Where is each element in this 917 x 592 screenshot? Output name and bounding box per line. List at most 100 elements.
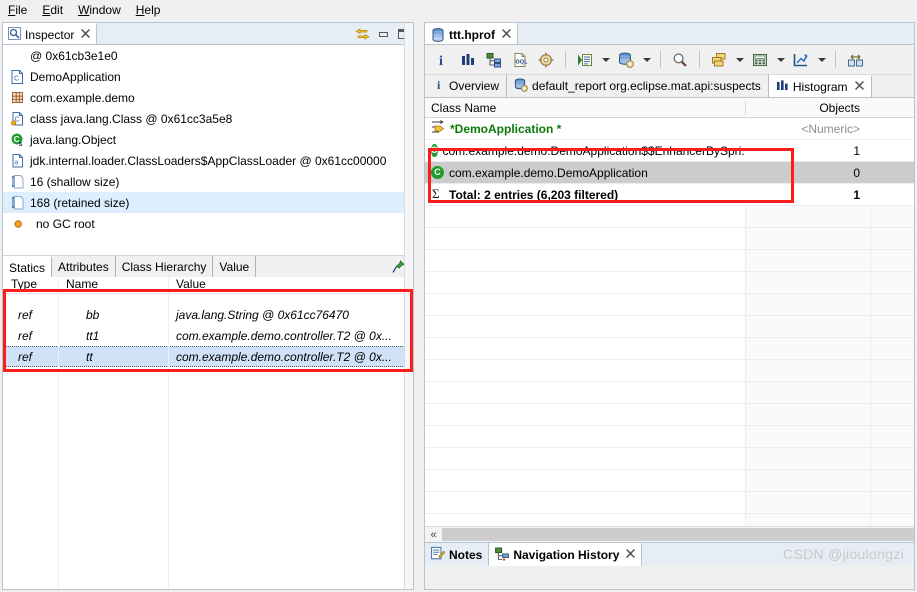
toolbar-separator <box>699 51 700 68</box>
tab-inspector-label: Inspector <box>25 27 75 42</box>
menu-edit[interactable]: Edit <box>42 2 72 18</box>
calculate-retained-size-icon[interactable] <box>749 49 771 71</box>
heap-dump-icon <box>431 27 445 42</box>
histogram-horizontal-scrollbar[interactable]: « <box>425 526 914 542</box>
close-icon[interactable] <box>501 28 511 41</box>
toolbar-separator <box>565 51 566 68</box>
compare-icon[interactable] <box>844 49 866 71</box>
inspector-panel: Inspector @ 0x61cb3e1e0 C DemoApplicatio… <box>2 22 414 590</box>
inspector-icon <box>8 26 21 43</box>
histogram-total-row: Σ Total: 2 entries (6,203 filtered) 1 <box>425 184 914 206</box>
column-header-value[interactable]: Value <box>168 277 413 293</box>
tab-default-report[interactable]: default_report org.eclipse.mat.api:suspe… <box>507 75 769 97</box>
table-row[interactable]: C com.example.demo.DemoApplication$$Enha… <box>425 140 914 162</box>
list-item[interactable]: 16 (shallow size) <box>3 171 413 192</box>
cell-name: bb <box>86 307 100 322</box>
table-row[interactable]: ref bb java.lang.String @ 0x61cc76470 <box>3 304 413 325</box>
overview-info-icon[interactable]: i <box>431 49 453 71</box>
close-icon[interactable] <box>626 549 636 561</box>
tab-value[interactable]: Value <box>213 256 257 277</box>
table-row[interactable]: ref tt1 com.example.demo.controller.T2 @… <box>3 325 413 346</box>
histogram-filter-row[interactable]: *DemoApplication * <Numeric> <box>425 118 914 140</box>
list-item[interactable]: C DemoApplication <box>3 66 413 87</box>
tab-histogram[interactable]: Histogram <box>768 75 872 97</box>
pin-icon[interactable] <box>391 260 405 277</box>
minimize-icon[interactable] <box>377 29 390 40</box>
menu-help[interactable]: Help <box>136 2 170 18</box>
tab-attributes[interactable]: Attributes <box>52 256 116 277</box>
histogram-filter-class-name[interactable]: *DemoApplication * <box>450 122 561 136</box>
inspector-detail-tabs: Statics Attributes Class Hierarchy Value <box>3 255 413 277</box>
close-icon[interactable] <box>854 80 864 93</box>
search-icon[interactable] <box>669 49 691 71</box>
histogram-filter-objects[interactable]: <Numeric> <box>745 122 870 136</box>
dominator-tree-icon[interactable] <box>483 49 505 71</box>
list-item-label: com.example.demo <box>30 90 135 105</box>
oql-icon[interactable]: OQL <box>509 49 531 71</box>
column-header-name[interactable]: Name <box>58 277 168 293</box>
export-chart-dropdown-icon[interactable] <box>816 49 827 71</box>
link-with-editor-icon[interactable] <box>355 27 370 41</box>
close-icon[interactable] <box>81 28 91 41</box>
menu-window[interactable]: Window <box>78 2 130 18</box>
export-chart-icon[interactable] <box>790 49 812 71</box>
histogram-empty-row <box>425 448 914 470</box>
superclass-icon: C s <box>11 133 25 148</box>
inspector-view-controls <box>355 23 410 45</box>
menu-file[interactable]: File <box>8 2 36 18</box>
tab-navigation-history[interactable]: Navigation History <box>489 543 643 566</box>
notes-icon <box>431 546 446 563</box>
histogram-empty-row <box>425 360 914 382</box>
class-file-icon: C <box>11 69 25 84</box>
column-header-class-name[interactable]: Class Name <box>425 101 745 115</box>
group-by-dropdown-icon[interactable] <box>734 49 745 71</box>
list-item-label: 168 (retained size) <box>30 195 130 210</box>
cell-objects: 1 <box>853 143 860 158</box>
scrollbar-thumb[interactable] <box>442 528 914 541</box>
inspector-vertical-scrollbar[interactable] <box>404 23 413 589</box>
table-row[interactable]: ref tt com.example.demo.controller.T2 @ … <box>3 346 413 367</box>
tab-class-hierarchy[interactable]: Class Hierarchy <box>115 256 214 277</box>
table-row[interactable]: C com.example.demo.DemoApplication 0 <box>425 162 914 184</box>
tab-inspector[interactable]: Inspector <box>3 23 98 44</box>
histogram-icon[interactable] <box>457 49 479 71</box>
gc-root-icon <box>14 217 28 231</box>
list-item[interactable]: C class java.lang.Class @ 0x61cc3a5e8 <box>3 108 413 129</box>
list-item[interactable]: com.example.demo <box>3 87 413 108</box>
list-item-label: no GC root <box>36 216 95 231</box>
histogram-empty-row <box>425 316 914 338</box>
tab-statics[interactable]: Statics <box>3 256 53 277</box>
list-item[interactable]: @ 0x61cb3e1e0 <box>3 45 413 66</box>
group-by-icon[interactable] <box>708 49 730 71</box>
run-report-dropdown-icon[interactable] <box>600 49 611 71</box>
tab-notes[interactable]: Notes <box>425 543 490 566</box>
list-item[interactable]: no GC root <box>3 213 413 234</box>
tab-overview[interactable]: i Overview <box>427 75 508 97</box>
column-header-objects[interactable]: Objects <box>745 100 870 115</box>
svg-text:ə: ə <box>14 159 18 166</box>
class-icon: C <box>431 166 444 179</box>
histogram-table-header: Class Name Objects <box>425 98 914 118</box>
query-browser-icon[interactable] <box>615 49 637 71</box>
svg-text:i: i <box>437 78 441 91</box>
list-item[interactable]: C s java.lang.Object <box>3 129 413 150</box>
run-report-icon[interactable] <box>574 49 596 71</box>
scroll-left-icon[interactable]: « <box>425 527 442 542</box>
heap-dump-editor: ttt.hprof i OQL i Overview default_repor… <box>424 22 915 590</box>
tab-statics-label: Statics <box>9 260 46 275</box>
classloader-icon: ə <box>11 153 25 168</box>
tab-ttt-hprof[interactable]: ttt.hprof <box>425 23 518 44</box>
class-icon: C <box>431 144 438 157</box>
list-item-label: @ 0x61cb3e1e0 <box>30 48 118 63</box>
query-browser-dropdown-icon[interactable] <box>641 49 652 71</box>
settings-gear-icon[interactable] <box>535 49 557 71</box>
calculate-retained-size-dropdown-icon[interactable] <box>775 49 786 71</box>
column-header-type[interactable]: Type <box>3 277 58 293</box>
list-item[interactable]: 168 (retained size) <box>3 192 413 213</box>
list-item[interactable]: ə jdk.internal.loader.ClassLoaders$AppCl… <box>3 150 413 171</box>
svg-text:C: C <box>14 75 19 82</box>
histogram-empty-row <box>425 206 914 228</box>
class-obj-icon: C <box>11 111 25 126</box>
retained-size-icon <box>11 195 25 210</box>
tab-histogram-label: Histogram <box>792 79 848 94</box>
